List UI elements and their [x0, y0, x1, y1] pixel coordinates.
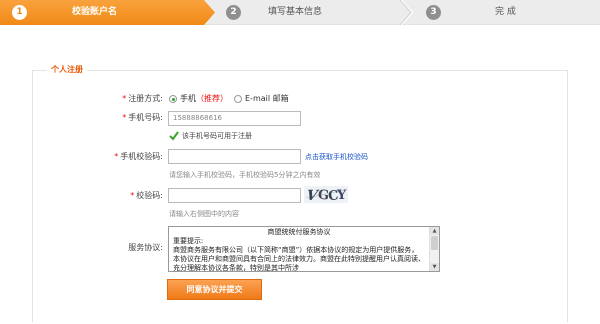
agreement-body: 商盟商务服务有限公司（以下简称“商盟”）依据本协议的规定为用户提供服务，本协议在…: [173, 246, 425, 272]
radio-option-phone[interactable]: 手机 （推荐）: [169, 93, 228, 105]
sms-code-label: * 手机校验码:: [3, 151, 163, 163]
phone-ok-hint: 该手机号码可用于注册: [169, 131, 252, 141]
sms-code-label-text: 手机校验码:: [120, 152, 163, 161]
step-3-label: 完 成: [495, 7, 516, 17]
captcha-glyphs-icon: V G C Y: [305, 188, 347, 205]
agreement-scrollbar[interactable]: ▲ ▼: [429, 227, 439, 271]
step-1-label: 校验账户名: [72, 7, 118, 17]
radio-checked-icon[interactable]: [169, 95, 177, 103]
captcha-image[interactable]: V G C Y: [304, 186, 348, 205]
captcha-label: * 校验码:: [3, 190, 163, 202]
captcha-hint: 请输入右侧图中的内容: [169, 210, 239, 218]
agreement-heading: 重要提示:: [173, 237, 204, 245]
phone-ok-text: 该手机号码可用于注册: [182, 132, 252, 140]
scroll-up-icon[interactable]: ▲: [430, 227, 439, 235]
sms-code-input[interactable]: [168, 149, 301, 164]
reg-method-label: * 注册方式:: [3, 93, 163, 105]
personal-registration-section: 个人注册 * 注册方式: 手机 （推荐） E-mail 邮箱 * 手机号码: 158…: [32, 64, 568, 322]
phone-input[interactable]: 15888868616: [168, 111, 301, 126]
sms-code-hint: 请您输入手机校验码，手机校验码5分钟之内有效: [169, 171, 321, 179]
required-mark: *: [114, 152, 119, 161]
scroll-down-icon[interactable]: ▼: [430, 263, 439, 271]
required-mark: *: [122, 94, 127, 103]
agreement-title: 商盟统统付服务协议: [267, 228, 331, 236]
check-icon: [169, 131, 179, 141]
agreement-textbox[interactable]: 商盟统统付服务协议 重要提示: 商盟商务服务有限公司（以下简称“商盟”）依据本协…: [168, 226, 440, 272]
phone-label: * 手机号码:: [3, 112, 163, 124]
radio-phone-label: 手机: [180, 94, 196, 103]
step-2-label: 填写基本信息: [268, 7, 323, 17]
reg-method-label-text: 注册方式:: [128, 94, 163, 103]
recommend-tag: （推荐）: [196, 94, 228, 103]
agreement-label: 服务协议:: [128, 243, 163, 252]
step-3-number: 3: [426, 5, 441, 20]
radio-unchecked-icon[interactable]: [234, 95, 242, 103]
required-mark: *: [130, 191, 135, 200]
step-2-number: 2: [226, 5, 241, 20]
radio-option-email[interactable]: E-mail 邮箱: [234, 93, 289, 105]
svg-text:Y: Y: [336, 188, 347, 203]
captcha-input[interactable]: [168, 188, 301, 203]
required-mark: *: [122, 113, 127, 122]
radio-email-label: E-mail 邮箱: [245, 94, 289, 103]
agreement-content: 商盟统统付服务协议 重要提示: 商盟商务服务有限公司（以下简称“商盟”）依据本协…: [173, 228, 425, 272]
section-title: 个人注册: [47, 64, 87, 76]
agree-and-submit-button[interactable]: 同意协议并提交: [167, 279, 262, 300]
chevron-separator-icon: [400, 0, 414, 25]
captcha-label-text: 校验码:: [136, 191, 163, 200]
get-sms-code-link[interactable]: 点击获取手机校验码: [305, 151, 368, 163]
phone-label-text: 手机号码:: [128, 113, 163, 122]
step-1-number: 1: [12, 5, 27, 20]
step-progress-bar: 1 校验账户名 2 填写基本信息 3 完 成: [0, 0, 600, 25]
scrollbar-thumb[interactable]: [431, 236, 438, 250]
